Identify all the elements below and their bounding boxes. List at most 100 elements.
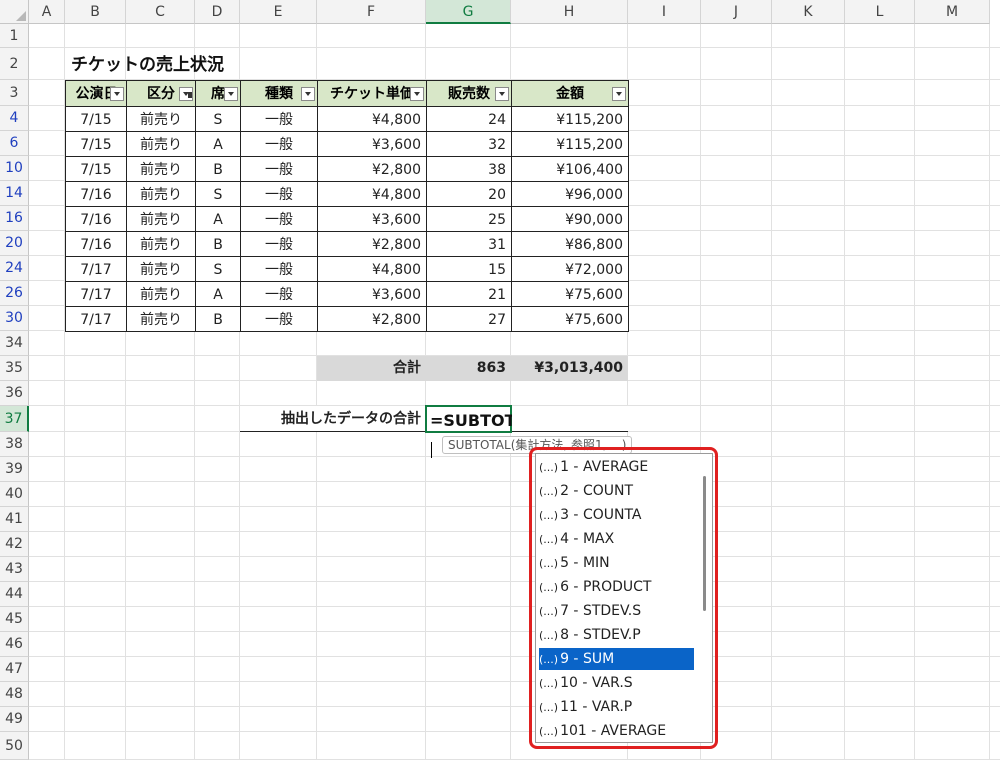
table-cell[interactable]: ¥72,000 [511,256,629,282]
table-cell[interactable]: 前売り [126,306,196,332]
table-cell[interactable]: 前売り [126,106,196,132]
table-cell[interactable]: ¥115,200 [511,131,629,157]
table-cell[interactable]: 一般 [240,156,318,182]
table-cell[interactable]: 20 [426,181,512,207]
dropdown-item[interactable]: (...) 7 - STDEV.S [539,600,694,622]
row-header-49[interactable]: 49 [0,707,29,732]
table-cell[interactable]: 一般 [240,281,318,307]
total-label[interactable]: 合計 [317,356,426,381]
table-cell[interactable]: 前売り [126,131,196,157]
column-header-f[interactable]: F [317,0,426,24]
column-header-g[interactable]: G [426,0,511,24]
column-header-a[interactable]: A [29,0,65,24]
dropdown-item[interactable]: (...) 8 - STDEV.P [539,624,694,646]
table-cell[interactable]: B [195,156,241,182]
dropdown-scrollbar[interactable] [697,456,711,740]
dropdown-item[interactable]: (...) 9 - SUM [539,648,694,670]
table-cell[interactable]: 7/16 [65,231,127,257]
row-header-46[interactable]: 46 [0,632,29,657]
table-cell[interactable]: 7/17 [65,256,127,282]
table-cell[interactable]: 15 [426,256,512,282]
formula-edit-cell[interactable]: =SUBTOTAL( [425,405,544,458]
scrollbar-thumb[interactable] [703,476,706,611]
row-header-30[interactable]: 30 [0,306,29,331]
row-header-44[interactable]: 44 [0,582,29,607]
table-cell[interactable]: A [195,206,241,232]
row-header-3[interactable]: 3 [0,80,29,106]
table-cell[interactable]: ¥75,600 [511,281,629,307]
row-header-1[interactable]: 1 [0,24,29,48]
table-cell[interactable]: 一般 [240,181,318,207]
row-header-35[interactable]: 35 [0,356,29,381]
table-cell[interactable]: A [195,131,241,157]
column-header-c[interactable]: C [126,0,195,24]
table-cell[interactable]: ¥75,600 [511,306,629,332]
total-amount[interactable]: ¥3,013,400 [511,356,628,381]
dropdown-item[interactable]: (...) 2 - COUNT [539,480,694,502]
table-cell[interactable]: ¥2,800 [317,306,427,332]
table-cell[interactable]: 7/17 [65,281,127,307]
table-cell[interactable]: ¥106,400 [511,156,629,182]
table-cell[interactable]: 7/17 [65,306,127,332]
column-header-l[interactable]: L [845,0,915,24]
row-header-24[interactable]: 24 [0,256,29,281]
table-cell[interactable]: B [195,231,241,257]
row-header-37[interactable]: 37 [0,406,29,432]
row-header-42[interactable]: 42 [0,532,29,557]
filter-dropdown-icon[interactable] [110,87,124,101]
table-cell[interactable]: 前売り [126,181,196,207]
column-header-e[interactable]: E [240,0,317,24]
table-cell[interactable]: ¥4,800 [317,256,427,282]
table-cell[interactable]: ¥86,800 [511,231,629,257]
autocomplete-dropdown[interactable]: (...) 1 - AVERAGE (...) 2 - COUNT (...) 3 - C… [535,453,713,743]
table-cell[interactable]: S [195,256,241,282]
table-cell[interactable]: 前売り [126,231,196,257]
row-header-26[interactable]: 26 [0,281,29,306]
table-cell[interactable]: 前売り [126,156,196,182]
row-header-34[interactable]: 34 [0,331,29,356]
row-header-41[interactable]: 41 [0,507,29,532]
column-header-m[interactable]: M [915,0,990,24]
table-cell[interactable]: 7/15 [65,156,127,182]
table-cell[interactable]: 21 [426,281,512,307]
table-cell[interactable]: 一般 [240,206,318,232]
row-header-43[interactable]: 43 [0,557,29,582]
table-cell[interactable]: 38 [426,156,512,182]
row-header-38[interactable]: 38 [0,432,29,457]
table-cell[interactable]: S [195,181,241,207]
table-cell[interactable]: 一般 [240,256,318,282]
row-header-45[interactable]: 45 [0,607,29,632]
row-header-20[interactable]: 20 [0,231,29,256]
dropdown-item[interactable]: (...) 101 - AVERAGE [539,720,694,742]
dropdown-item[interactable]: (...) 11 - VAR.P [539,696,694,718]
table-cell[interactable]: 前売り [126,256,196,282]
table-cell[interactable]: 25 [426,206,512,232]
row-header-6[interactable]: 6 [0,131,29,156]
filter-dropdown-icon[interactable] [301,87,315,101]
table-cell[interactable]: ¥115,200 [511,106,629,132]
column-header-i[interactable]: I [628,0,701,24]
table-cell[interactable]: ¥2,800 [317,231,427,257]
table-cell[interactable]: 一般 [240,231,318,257]
dropdown-item[interactable]: (...) 5 - MIN [539,552,694,574]
column-header-j[interactable]: J [701,0,772,24]
row-header-14[interactable]: 14 [0,181,29,206]
table-cell[interactable]: 7/15 [65,131,127,157]
dropdown-item[interactable]: (...) 4 - MAX [539,528,694,550]
dropdown-item[interactable]: (...) 3 - COUNTA [539,504,694,526]
table-cell[interactable]: ¥4,800 [317,106,427,132]
table-cell[interactable]: 一般 [240,131,318,157]
row-header-36[interactable]: 36 [0,381,29,406]
table-cell[interactable]: ¥4,800 [317,181,427,207]
table-cell[interactable]: ¥3,600 [317,206,427,232]
table-cell[interactable]: B [195,306,241,332]
table-cell[interactable]: 27 [426,306,512,332]
table-cell[interactable]: 7/16 [65,181,127,207]
table-cell[interactable]: 前売り [126,206,196,232]
table-cell[interactable]: 31 [426,231,512,257]
spreadsheet-grid[interactable]: A B C D E F G H I J K L M 1 2 3 4 6 10 14 16 20 24 26 30 34 35 36 37… [0,0,1000,760]
table-cell[interactable]: 32 [426,131,512,157]
table-cell[interactable]: ¥2,800 [317,156,427,182]
filter-active-icon[interactable] [179,87,193,101]
row-header-39[interactable]: 39 [0,457,29,482]
